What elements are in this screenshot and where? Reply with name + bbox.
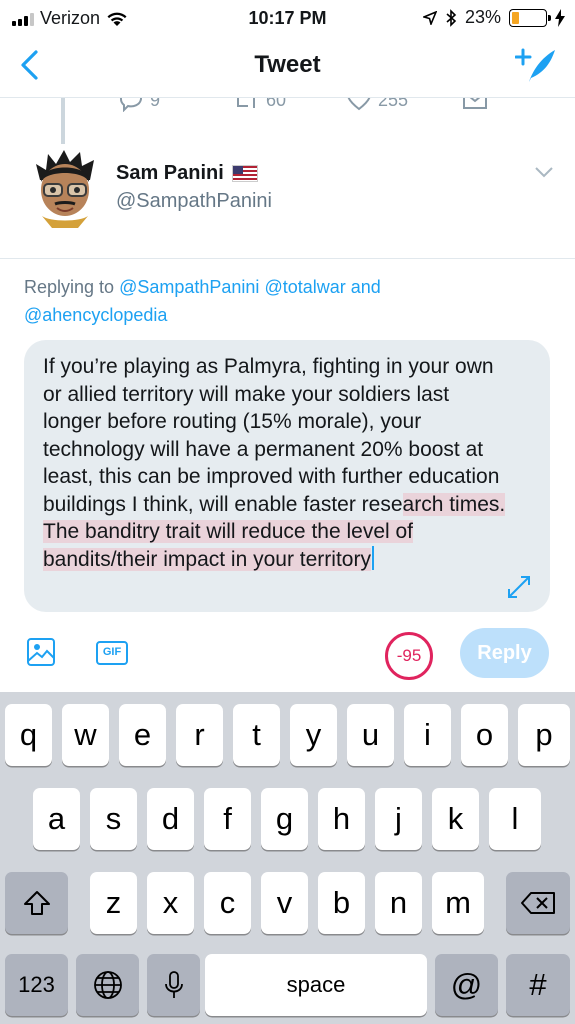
battery-percent: 23%: [464, 7, 501, 27]
key-l[interactable]: l: [489, 788, 541, 850]
key-i[interactable]: i: [404, 704, 451, 766]
key-w[interactable]: w: [62, 704, 109, 766]
author-name-row: Sam Panini: [116, 162, 258, 185]
compose-tweet-icon[interactable]: [515, 46, 557, 86]
mention-conjunction[interactable]: and: [351, 277, 381, 297]
key-u[interactable]: u: [347, 704, 394, 766]
gif-button[interactable]: GIF: [96, 641, 128, 665]
globe-key[interactable]: [76, 954, 139, 1016]
avatar[interactable]: [32, 150, 98, 228]
space-key[interactable]: space: [205, 954, 427, 1016]
shift-icon: [23, 891, 50, 915]
reply-icon: [119, 98, 142, 112]
charging-bolt-icon: [555, 8, 565, 27]
key-d[interactable]: d: [147, 788, 194, 850]
key-j[interactable]: j: [375, 788, 422, 850]
navigation-bar: Tweet: [0, 34, 575, 98]
key-r[interactable]: r: [176, 704, 223, 766]
previous-tweet-actions: 9 60 255: [0, 98, 575, 114]
reply-text[interactable]: If you’re playing as Palmyra, fighting i…: [43, 353, 513, 573]
expand-icon[interactable]: [506, 574, 532, 600]
key-k[interactable]: k: [432, 788, 479, 850]
key-o[interactable]: o: [461, 704, 508, 766]
retweet-icon: [237, 98, 255, 108]
status-right: 23%: [422, 7, 565, 28]
backspace-key[interactable]: [506, 872, 570, 934]
key-y[interactable]: y: [290, 704, 337, 766]
key-b[interactable]: b: [318, 872, 365, 934]
page-title: Tweet: [254, 51, 321, 78]
divider: [0, 258, 575, 259]
microphone-icon: [164, 971, 183, 998]
key-g[interactable]: g: [261, 788, 308, 850]
compose-toolbar: GIF -95 Reply: [0, 625, 575, 687]
retweet-count: 60: [266, 98, 287, 110]
mention-ahencyclopedia[interactable]: @ahencyclopedia: [24, 305, 167, 325]
key-n[interactable]: n: [375, 872, 422, 934]
reply-compose-field[interactable]: If you’re playing as Palmyra, fighting i…: [24, 340, 550, 612]
key-q[interactable]: q: [5, 704, 52, 766]
battery-icon: [509, 8, 551, 27]
retweet-action[interactable]: 60: [232, 98, 286, 112]
reply-button[interactable]: Reply: [460, 628, 549, 678]
author-handle: @SampathPanini: [116, 190, 272, 212]
key-s[interactable]: s: [90, 788, 137, 850]
keyboard: q w e r t y u i o p a s d f g h j k l z …: [0, 692, 575, 1024]
key-c[interactable]: c: [204, 872, 251, 934]
hash-key[interactable]: #: [506, 954, 570, 1016]
replying-to: Replying to @SampathPanini @totalwar and…: [24, 273, 554, 329]
mention-totalwar[interactable]: @totalwar: [264, 277, 345, 297]
key-f[interactable]: f: [204, 788, 251, 850]
shift-key[interactable]: [5, 872, 68, 934]
image-icon[interactable]: [26, 637, 56, 667]
at-key[interactable]: @: [435, 954, 498, 1016]
key-p[interactable]: p: [518, 704, 570, 766]
reply-count: 9: [150, 98, 161, 110]
bluetooth-icon: [446, 8, 457, 27]
replying-prefix: Replying to: [24, 277, 115, 297]
dictation-key[interactable]: [147, 954, 200, 1016]
key-a[interactable]: a: [33, 788, 80, 850]
envelope-icon: [463, 98, 487, 109]
reply-text-main: If you’re playing as Palmyra, fighting i…: [43, 355, 500, 516]
text-caret: [371, 545, 374, 570]
numbers-key[interactable]: 123: [5, 954, 68, 1016]
mention-sampathpanini[interactable]: @SampathPanini: [119, 277, 259, 297]
chevron-down-icon[interactable]: [535, 166, 553, 178]
author-name: Sam Panini: [116, 162, 224, 184]
heart-icon: [347, 98, 371, 111]
dm-action[interactable]: [462, 98, 488, 112]
key-v[interactable]: v: [261, 872, 308, 934]
key-t[interactable]: t: [233, 704, 280, 766]
backspace-icon: [521, 892, 555, 914]
key-h[interactable]: h: [318, 788, 365, 850]
key-m[interactable]: m: [432, 872, 484, 934]
like-action[interactable]: 255: [346, 98, 408, 112]
location-arrow-icon: [422, 10, 437, 25]
us-flag-icon: [231, 165, 258, 182]
key-z[interactable]: z: [90, 872, 137, 934]
status-bar: Verizon 10:17 PM 23%: [0, 0, 575, 34]
reply-action[interactable]: 9: [118, 98, 160, 112]
key-x[interactable]: x: [147, 872, 194, 934]
key-e[interactable]: e: [119, 704, 166, 766]
globe-icon: [93, 971, 122, 999]
tweet-author[interactable]: Sam Panini @SampathPanini: [0, 146, 575, 258]
like-count: 255: [378, 98, 409, 110]
character-counter: -95: [385, 632, 433, 680]
